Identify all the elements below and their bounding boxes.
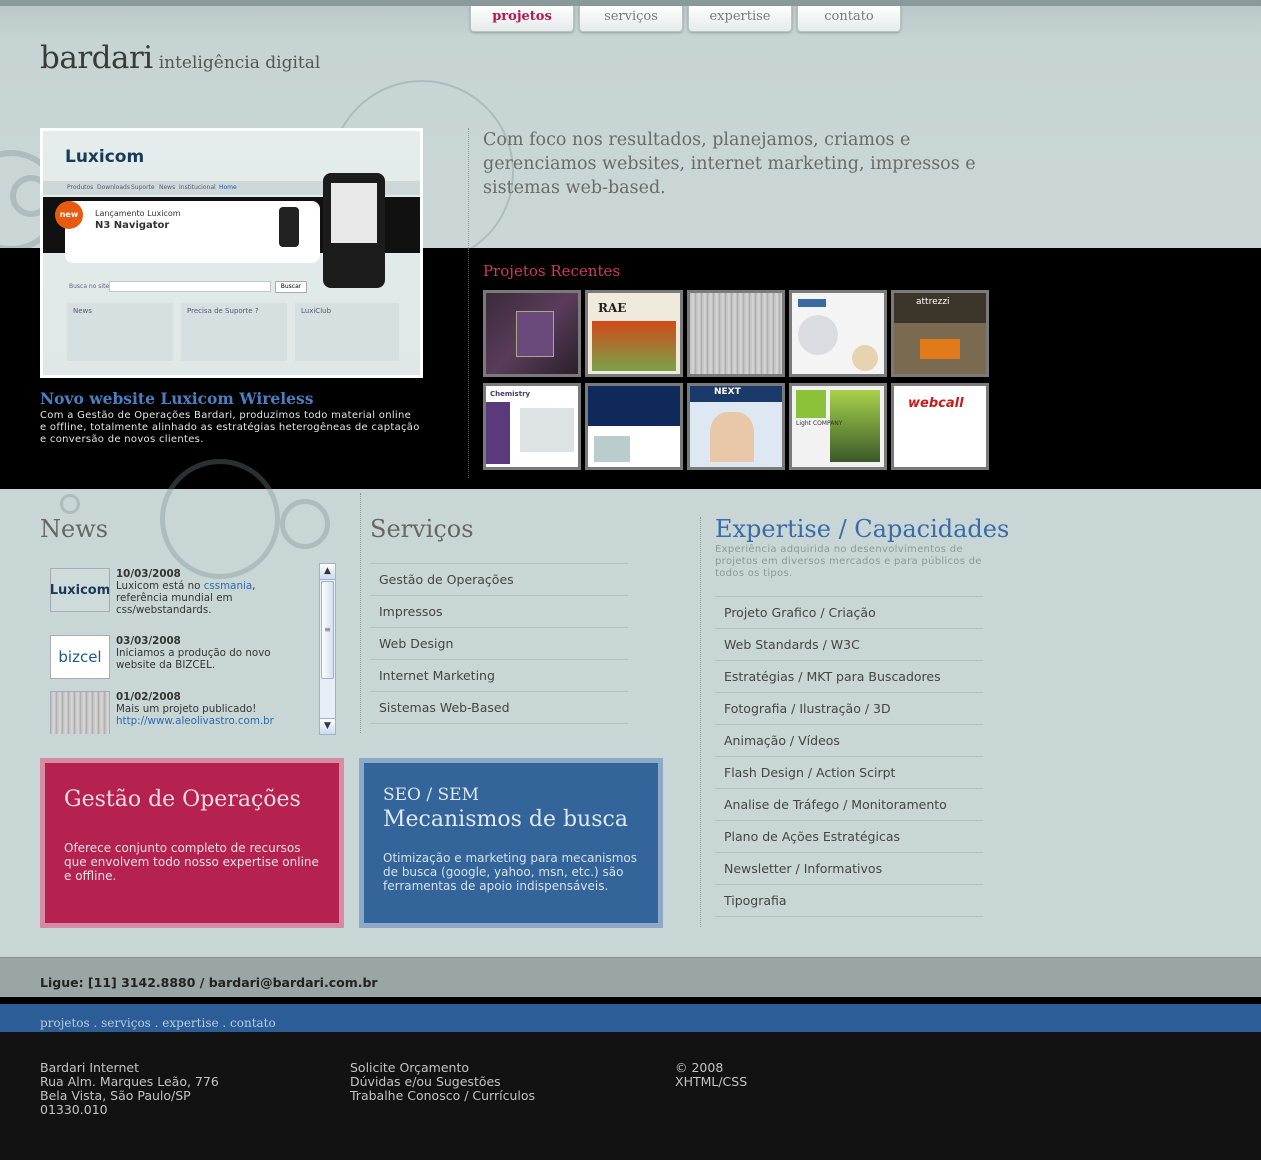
nav-projetos[interactable]: projetos [470,6,574,32]
expertise-title: Expertise / Capacidades [715,515,1010,543]
footer-links: Solicite Orçamento Dúvidas e/ou Sugestõe… [350,1061,535,1103]
vertical-divider [700,517,701,927]
decorative-circle [60,494,80,514]
project-thumb[interactable]: RAE [585,290,683,377]
news-item[interactable]: bizcel 03/03/2008 Iniciamos a produção d… [50,635,291,679]
service-item[interactable]: Web Design [370,627,628,659]
gestao-promo-box[interactable]: Gestão de Operações Oferece conjunto com… [40,758,344,928]
news-title: News [40,515,109,543]
footer-link[interactable]: Trabalhe Conosco / Currículos [350,1089,535,1103]
seo-box-title: Mecanismos de busca [383,807,628,832]
shot-new-badge: new [55,201,83,229]
expertise-list: Projeto Grafico / Criação Web Standards … [715,596,983,917]
seo-box-kicker: SEO / SEM [383,785,479,805]
shot-phone-small [279,207,299,247]
featured-project-image[interactable]: Luxicom Produtos Downloads Suporte News … [40,128,423,378]
site-logo[interactable]: bardari inteligência digital [40,40,320,76]
news-thumbnail: Luxicom [50,568,110,612]
project-thumb[interactable]: NEXT [687,383,785,470]
service-item[interactable]: Internet Marketing [370,659,628,691]
scroll-thumb[interactable]: ≡ [321,581,334,679]
project-thumb[interactable] [585,383,683,470]
recent-projects-title: Projetos Recentes [483,262,621,280]
news-link[interactable]: cssmania [204,580,252,592]
news-item[interactable]: Luxicom 10/03/2008 Luxicom está no cssma… [50,568,291,616]
intro-text: Com foco nos resultados, planejamos, cri… [483,130,976,198]
footer-rule [0,997,1261,1004]
expertise-item[interactable]: Analise de Tráfego / Monitoramento [715,788,983,820]
expertise-subtitle: Experiência adquirida no desenvolvimento… [715,544,982,579]
footer-link[interactable]: Dúvidas e/ou Sugestões [350,1075,535,1089]
gestao-box-title: Gestão de Operações [64,787,301,812]
news-date: 03/03/2008 [116,635,181,647]
expertise-item[interactable]: Estratégias / MKT para Buscadores [715,660,983,692]
nav-expertise[interactable]: expertise [688,6,792,32]
project-thumb[interactable] [687,290,785,377]
contact-info: Ligue: [11] 3142.8880 / bardari@bardari.… [40,975,378,990]
service-item[interactable]: Sistemas Web-Based [370,691,628,724]
expertise-item[interactable]: Newsletter / Informativos [715,852,983,884]
expertise-item[interactable]: Animação / Vídeos [715,724,983,756]
expertise-item[interactable]: Fotografia / Ilustração / 3D [715,692,983,724]
news-scrollbar[interactable]: ▲ ≡ ▼ [319,563,336,735]
logo-tagline: inteligência digital [158,53,321,73]
footer-address: Bardari Internet Rua Alm. Marques Leão, … [40,1060,219,1117]
news-list: Luxicom 10/03/2008 Luxicom está no cssma… [40,562,336,734]
footer-link[interactable]: Solicite Orçamento [350,1061,535,1075]
nav-servicos[interactable]: serviços [579,6,683,32]
footer: Bardari Internet Rua Alm. Marques Leão, … [0,1032,1261,1160]
project-thumb[interactable]: attrezzi [891,290,989,377]
bottom-nav-bar: projetos . serviços . expertise . contat… [0,1004,1261,1032]
expertise-item[interactable]: Tipografia [715,884,983,917]
gestao-box-text: Oferece conjunto completo de recursos qu… [64,841,319,883]
news-thumbnail [50,691,110,734]
footer-copyright: © 2008 XHTML/CSS [675,1060,748,1089]
featured-title-link[interactable]: Novo website Luxicom Wireless [40,389,313,408]
project-thumb[interactable]: Chemistry [483,383,581,470]
seo-promo-box[interactable]: SEO / SEM Mecanismos de busca Otimização… [359,758,663,928]
scroll-grip-icon: ≡ [324,625,331,634]
services-title: Serviços [370,515,474,543]
project-thumb[interactable] [483,290,581,377]
shot-phone [323,173,385,288]
luxicom-screenshot: Luxicom Produtos Downloads Suporte News … [43,131,420,375]
expertise-item[interactable]: Web Standards / W3C [715,628,983,660]
news-link[interactable]: http://www.aleolivastro.com.br [116,715,274,727]
nav-contato[interactable]: contato [797,6,901,32]
scroll-up-arrow-icon[interactable]: ▲ [320,564,335,580]
vertical-divider [468,248,469,478]
news-thumbnail: bizcel [50,635,110,679]
bottom-nav-links[interactable]: projetos . serviços . expertise . contat… [40,1016,276,1030]
featured-description: Com a Gestão de Operações Bardari, produ… [40,410,420,445]
contact-bar: Ligue: [11] 3142.8880 / bardari@bardari.… [0,957,1261,998]
recent-projects-grid: RAE attrezzi Chemistry NEXT Light COMPAN… [483,290,989,470]
scroll-down-arrow-icon[interactable]: ▼ [320,718,335,734]
project-thumb[interactable] [789,290,887,377]
logo-brand: bardari [40,40,153,76]
news-item[interactable]: 01/02/2008 Mais um projeto publicado! ht… [50,691,291,734]
decorative-circle [160,459,280,579]
news-date: 01/02/2008 [116,691,181,703]
vertical-divider [360,493,361,733]
news-date: 10/03/2008 [116,568,181,580]
shot-logo: Luxicom [65,147,145,167]
service-item[interactable]: Impressos [370,595,628,627]
seo-box-text: Otimização e marketing para mecanismos d… [383,851,637,893]
expertise-item[interactable]: Projeto Grafico / Criação [715,596,983,628]
service-item[interactable]: Gestão de Operações [370,563,628,595]
services-list: Gestão de Operações Impressos Web Design… [370,563,628,724]
expertise-item[interactable]: Flash Design / Action Scirpt [715,756,983,788]
expertise-item[interactable]: Plano de Ações Estratégicas [715,820,983,852]
decorative-circle [280,499,330,549]
project-thumb[interactable]: webcall [891,383,989,470]
main-nav: projetos serviços expertise contato [470,6,901,32]
project-thumb[interactable]: Light COMPANY [789,383,887,470]
